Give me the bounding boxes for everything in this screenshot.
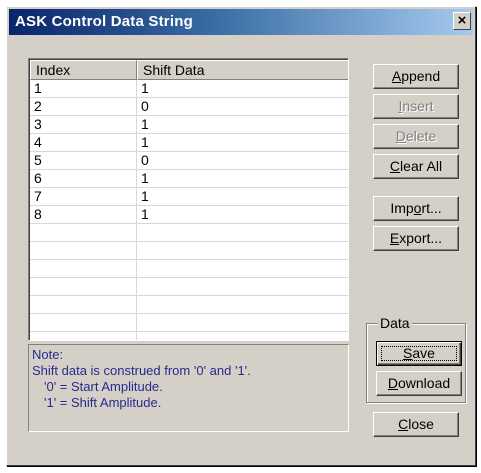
index-cell: 4 — [34, 134, 42, 150]
shift-data-cell: 1 — [141, 80, 149, 96]
table-rows: 1120314150617181 — [30, 80, 348, 340]
export-button[interactable]: Export... — [373, 226, 459, 251]
table-header: Index Shift Data — [30, 60, 348, 80]
index-cell — [34, 260, 134, 277]
delete-button[interactable]: Delete — [373, 124, 459, 149]
table-row[interactable]: 20 — [30, 98, 348, 116]
clear-all-button[interactable]: Clear All — [373, 154, 459, 179]
table-row[interactable] — [30, 296, 348, 314]
shift-data-cell: 1 — [141, 206, 149, 222]
index-cell: 6 — [34, 170, 42, 186]
column-header-index[interactable]: Index — [30, 60, 137, 80]
shift-data-cell — [141, 224, 341, 241]
table-row[interactable]: 41 — [30, 134, 348, 152]
index-cell: 8 — [34, 206, 42, 222]
table-row[interactable]: 50 — [30, 152, 348, 170]
title-bar[interactable]: ASK Control Data String × — [9, 9, 473, 35]
shift-data-cell: 1 — [141, 188, 149, 204]
shift-data-cell: 0 — [141, 152, 149, 168]
note-line-3: '1' = Shift Amplitude. — [44, 395, 162, 410]
table-row[interactable]: 71 — [30, 188, 348, 206]
note-panel: Note: Shift data is construed from '0' a… — [28, 344, 349, 432]
table-row[interactable] — [30, 278, 348, 296]
index-cell — [34, 278, 134, 295]
column-header-shift-data[interactable]: Shift Data — [137, 60, 348, 80]
table-row[interactable]: 61 — [30, 170, 348, 188]
table-row[interactable] — [30, 224, 348, 242]
index-cell — [34, 296, 134, 313]
import-button[interactable]: Import... — [373, 196, 459, 221]
download-button[interactable]: Download — [376, 371, 462, 396]
data-group-label: Data — [378, 315, 412, 331]
shift-data-cell — [141, 296, 341, 313]
note-line-2: '0' = Start Amplitude. — [44, 379, 163, 394]
index-cell: 5 — [34, 152, 42, 168]
close-icon: × — [457, 12, 467, 29]
table-row[interactable] — [30, 260, 348, 278]
table-row[interactable] — [30, 314, 348, 332]
window-title: ASK Control Data String — [15, 13, 193, 30]
index-cell — [34, 224, 134, 241]
table-row[interactable]: 81 — [30, 206, 348, 224]
shift-data-table[interactable]: Index Shift Data 1120314150617181 — [28, 58, 349, 341]
shift-data-cell — [141, 314, 341, 331]
table-row[interactable]: 31 — [30, 116, 348, 134]
index-cell: 3 — [34, 116, 42, 132]
shift-data-cell — [141, 242, 341, 259]
shift-data-cell — [141, 278, 341, 295]
index-cell: 1 — [34, 80, 42, 96]
index-cell: 7 — [34, 188, 42, 204]
note-title: Note: — [32, 347, 64, 362]
close-button[interactable]: Close — [373, 412, 459, 437]
index-cell: 2 — [34, 98, 42, 114]
shift-data-cell: 1 — [141, 170, 149, 186]
note-line-1: Shift data is construed from '0' and '1'… — [32, 363, 251, 378]
shift-data-cell: 1 — [141, 116, 149, 132]
append-button[interactable]: Append — [373, 64, 459, 89]
shift-data-cell — [141, 260, 341, 277]
save-button[interactable]: Save — [376, 341, 462, 366]
shift-data-cell: 0 — [141, 98, 149, 114]
close-window-button[interactable]: × — [453, 12, 471, 30]
table-row[interactable] — [30, 242, 348, 260]
index-cell — [34, 314, 134, 331]
shift-data-cell: 1 — [141, 134, 149, 150]
index-cell — [34, 242, 134, 259]
table-row[interactable]: 11 — [30, 80, 348, 98]
insert-button[interactable]: Insert — [373, 94, 459, 119]
